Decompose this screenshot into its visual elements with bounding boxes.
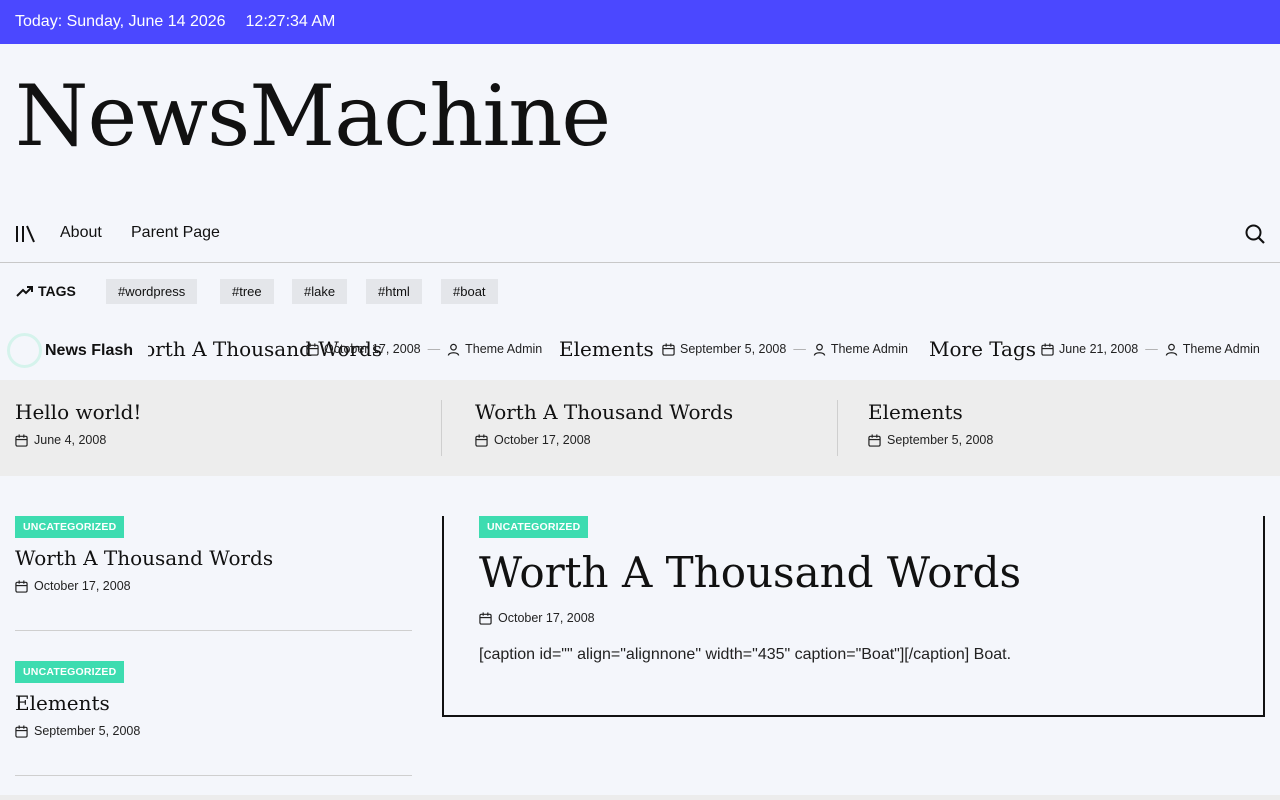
category-badge[interactable]: UNCATEGORIZED <box>479 516 589 538</box>
calendar-icon <box>868 433 881 447</box>
calendar-icon <box>479 611 492 625</box>
top-bar: Today: Sunday, June 14 2026 12:27:34 AM <box>0 0 1280 44</box>
separator-dash: — <box>1145 342 1158 356</box>
news-ticker: Worth A Thousand Words October 17, 2008 … <box>148 320 1280 380</box>
featured-post-content: UNCATEGORIZED Worth A Thousand Words Oct… <box>479 516 1021 664</box>
band-post-date[interactable]: June 4, 2008 <box>34 433 106 447</box>
current-time: 12:27:34 AM <box>245 13 336 30</box>
featured-post-date[interactable]: October 17, 2008 <box>498 611 595 625</box>
menu-icon[interactable] <box>15 225 35 243</box>
recent-posts-band: Hello world! June 4, 2008 Worth A Thousa… <box>0 380 1280 476</box>
pulse-indicator <box>7 333 42 368</box>
ticker-item-author[interactable]: Theme Admin <box>831 342 908 356</box>
ticker-item-author[interactable]: Theme Admin <box>465 342 542 356</box>
sidebar-post-meta: October 17, 2008 <box>15 579 412 593</box>
calendar-icon <box>475 433 488 447</box>
news-flash-label: News Flash <box>45 342 134 359</box>
trending-up-icon <box>16 286 33 297</box>
sidebar-post-date[interactable]: October 17, 2008 <box>34 579 131 593</box>
calendar-icon <box>306 342 319 356</box>
column-divider <box>837 400 838 456</box>
band-post-meta: October 17, 2008 <box>475 433 733 447</box>
nav-link-parent-page[interactable]: Parent Page <box>131 224 220 242</box>
category-badge[interactable]: UNCATEGORIZED <box>15 516 125 538</box>
nav-link-about[interactable]: About <box>60 224 102 242</box>
featured-post-title[interactable]: Worth A Thousand Words <box>479 548 1021 597</box>
separator-dash: — <box>793 342 806 356</box>
tag-link[interactable]: #tree <box>220 279 274 304</box>
band-post-title[interactable]: Hello world! <box>15 400 141 424</box>
main-navigation: About Parent Page <box>0 206 1280 263</box>
calendar-icon <box>15 724 28 738</box>
band-post-title[interactable]: Elements <box>868 400 963 424</box>
tag-link[interactable]: #html <box>366 279 422 304</box>
tag-link[interactable]: #boat <box>441 279 498 304</box>
calendar-icon <box>1041 342 1054 356</box>
user-icon <box>1165 343 1177 356</box>
user-icon <box>447 343 460 356</box>
ticker-item-title[interactable]: More Tags <box>929 337 1036 361</box>
sidebar-post: UNCATEGORIZED Worth A Thousand Words Oct… <box>15 516 412 631</box>
sidebar-post-date[interactable]: September 5, 2008 <box>34 724 140 738</box>
tag-link[interactable]: #lake <box>292 279 348 304</box>
ticker-item-title[interactable]: Elements <box>559 337 654 361</box>
column-divider <box>441 400 442 456</box>
category-badge[interactable]: UNCATEGORIZED <box>15 661 125 683</box>
sidebar-post-title[interactable]: Elements <box>15 691 412 715</box>
ticker-item-date[interactable]: June 21, 2008 <box>1059 342 1138 356</box>
sidebar-post: UNCATEGORIZED Elements September 5, 2008 <box>15 661 412 776</box>
ticker-item-date[interactable]: September 5, 2008 <box>680 342 786 356</box>
ticker-item-date[interactable]: October 17, 2008 <box>324 342 421 356</box>
band-post: Worth A Thousand Words October 17, 2008 <box>475 400 733 447</box>
current-date: Today: Sunday, June 14 2026 <box>15 13 226 30</box>
featured-post: UNCATEGORIZED Worth A Thousand Words Oct… <box>442 516 1265 717</box>
band-post-date[interactable]: September 5, 2008 <box>887 433 993 447</box>
ticker-item-meta: June 21, 2008 — Theme Admin <box>1041 342 1260 356</box>
ticker-item-author[interactable]: Theme Admin <box>1183 342 1260 356</box>
user-icon <box>813 343 826 356</box>
ticker-item-meta: September 5, 2008 — Theme Admin <box>662 342 908 356</box>
tags-label: TAGS <box>38 283 76 299</box>
featured-post-excerpt: [caption id="" align="alignnone" width="… <box>479 646 1012 663</box>
band-post: Elements September 5, 2008 <box>868 400 993 447</box>
calendar-icon <box>15 579 28 593</box>
band-post-title[interactable]: Worth A Thousand Words <box>475 400 733 424</box>
footer-edge <box>0 795 1280 800</box>
sidebar-post-meta: September 5, 2008 <box>15 724 412 738</box>
calendar-icon <box>15 433 28 447</box>
site-logo[interactable]: NewsMachine <box>15 74 611 158</box>
band-post-meta: June 4, 2008 <box>15 433 141 447</box>
sidebar-post-title[interactable]: Worth A Thousand Words <box>15 546 412 570</box>
band-post: Hello world! June 4, 2008 <box>15 400 141 447</box>
tags-bar: TAGS #wordpress #tree #lake #html #boat <box>0 263 1280 319</box>
featured-post-meta: October 17, 2008 <box>479 611 1021 625</box>
tag-link[interactable]: #wordpress <box>106 279 198 304</box>
band-post-date[interactable]: October 17, 2008 <box>494 433 591 447</box>
search-icon[interactable] <box>1245 224 1265 244</box>
separator-dash: — <box>427 342 441 356</box>
band-post-meta: September 5, 2008 <box>868 433 993 447</box>
news-flash: News Flash Worth A Thousand Words Octobe… <box>0 320 1280 380</box>
ticker-item-meta: October 17, 2008 — Theme Admin <box>306 342 542 356</box>
calendar-icon <box>662 342 675 356</box>
